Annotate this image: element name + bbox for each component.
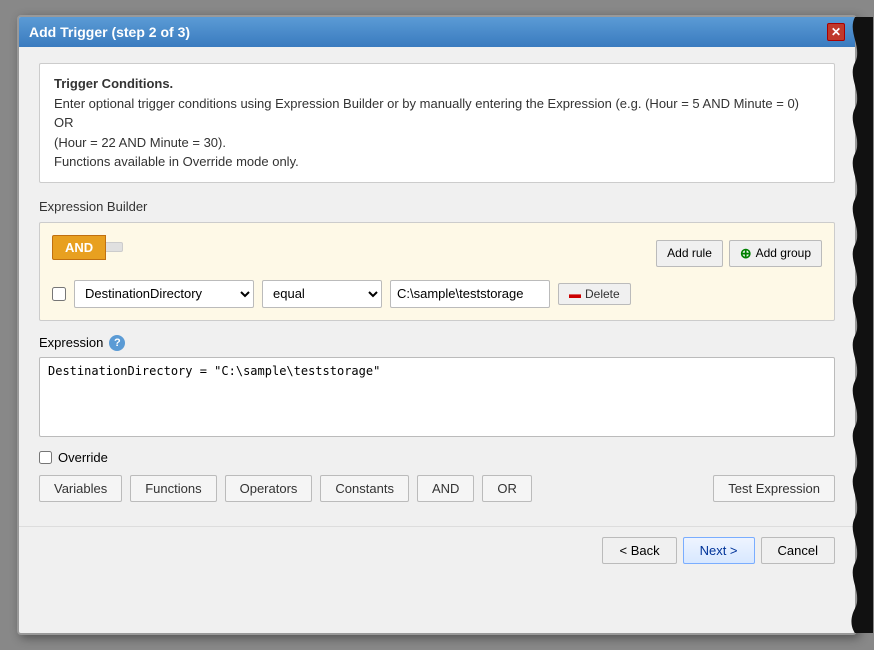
cancel-button[interactable]: Cancel (761, 537, 835, 564)
expression-textarea[interactable]: DestinationDirectory = "C:\sample\testst… (39, 357, 835, 437)
expression-builder-area: AND Add rule ⊕ Add group (39, 222, 835, 321)
dialog-body: Trigger Conditions. Enter optional trigg… (19, 47, 855, 518)
override-checkbox[interactable] (39, 451, 52, 464)
override-label: Override (58, 450, 108, 465)
add-rule-button[interactable]: Add rule (656, 240, 723, 267)
add-group-button[interactable]: ⊕ Add group (729, 240, 822, 267)
test-expression-button[interactable]: Test Expression (713, 475, 835, 502)
operators-button[interactable]: Operators (225, 475, 313, 502)
plus-icon: ⊕ (740, 245, 752, 262)
help-icon[interactable]: ? (109, 335, 125, 351)
info-line1: Enter optional trigger conditions using … (54, 94, 820, 133)
or-expr-button[interactable]: OR (482, 475, 532, 502)
condition-checkbox[interactable] (52, 287, 66, 301)
builder-top-row: AND Add rule ⊕ Add group (52, 235, 822, 272)
and-or-toggle: AND (52, 235, 123, 260)
override-row: Override (39, 450, 835, 465)
operator-select[interactable]: equal not equal contains starts with end… (262, 280, 382, 308)
dialog-title: Add Trigger (step 2 of 3) (29, 24, 190, 40)
constants-button[interactable]: Constants (320, 475, 409, 502)
expression-buttons-row: Variables Functions Operators Constants … (39, 475, 835, 502)
or-toggle-button[interactable] (106, 242, 123, 252)
expression-label: Expression (39, 335, 103, 350)
close-button[interactable]: ✕ (827, 23, 845, 41)
footer-buttons: < Back Next > Cancel (19, 526, 855, 580)
back-button[interactable]: < Back (602, 537, 676, 564)
info-line2: (Hour = 22 AND Minute = 30). (54, 133, 820, 153)
condition-value-input[interactable] (390, 280, 550, 308)
info-heading: Trigger Conditions. (54, 76, 173, 91)
info-box: Trigger Conditions. Enter optional trigg… (39, 63, 835, 183)
minus-icon: ▬ (569, 287, 581, 301)
info-line3: Functions available in Override mode onl… (54, 152, 820, 172)
and-button[interactable]: AND (52, 235, 106, 260)
condition-row: DestinationDirectory Hour Minute SourceD… (52, 280, 822, 308)
variables-button[interactable]: Variables (39, 475, 122, 502)
and-expr-button[interactable]: AND (417, 475, 474, 502)
builder-action-buttons: Add rule ⊕ Add group (656, 240, 822, 267)
dialog-title-bar: Add Trigger (step 2 of 3) ✕ (19, 17, 855, 47)
next-button[interactable]: Next > (683, 537, 755, 564)
delete-label: Delete (585, 287, 620, 301)
field-select[interactable]: DestinationDirectory Hour Minute SourceD… (74, 280, 254, 308)
add-group-label: Add group (756, 246, 811, 260)
expression-builder-label: Expression Builder (39, 199, 835, 214)
add-rule-label: Add rule (667, 246, 712, 260)
add-trigger-dialog: Add Trigger (step 2 of 3) ✕ Trigger Cond… (17, 15, 857, 635)
expression-label-row: Expression ? (39, 335, 835, 351)
functions-button[interactable]: Functions (130, 475, 216, 502)
delete-button[interactable]: ▬ Delete (558, 283, 631, 305)
